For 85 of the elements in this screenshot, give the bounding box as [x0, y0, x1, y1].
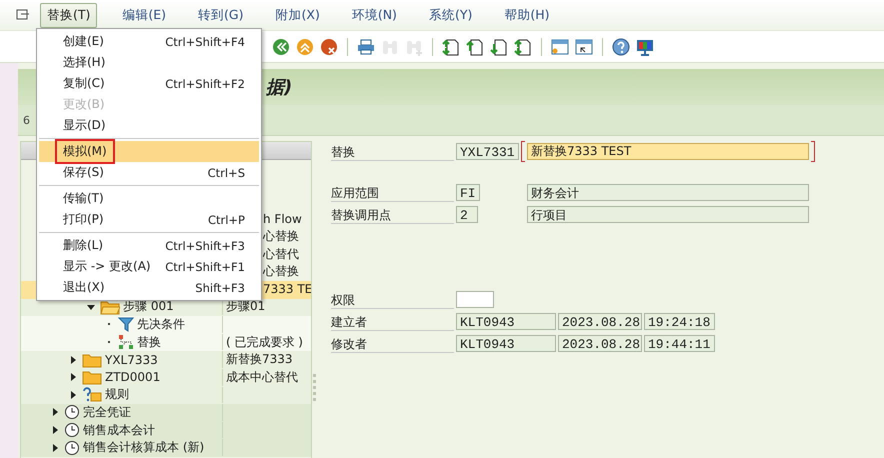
window-icon[interactable] [575, 38, 593, 56]
printer-icon[interactable] [357, 38, 375, 56]
collapsed-arrow-icon[interactable] [51, 444, 59, 452]
page-up-icon[interactable] [466, 38, 484, 56]
menu-option[interactable]: 显示 -> 更改(A) Ctrl+Shift+F1 [39, 256, 259, 277]
tree-node-label[interactable]: 规则 [105, 386, 129, 404]
code-field: YXL7331 [456, 143, 519, 160]
tree-row[interactable]: 替换 ( 已完成要求 ) [21, 334, 311, 352]
tree-node-label[interactable]: 销售会计核算成本 (新) [83, 439, 204, 456]
clock-icon [64, 422, 80, 438]
tree-node-label[interactable]: 先决条件 [137, 316, 185, 333]
code-field: FI [456, 184, 480, 201]
toolbar-text: 6 [23, 114, 30, 126]
time-field: 19:24:18 [644, 313, 715, 330]
tree-description: ( 已完成要求 ) [225, 334, 303, 350]
menu-item[interactable]: 附加(X) [268, 2, 327, 28]
date-field: 2023.08.28 [558, 335, 642, 352]
help-icon[interactable] [612, 38, 630, 56]
expanded-arrow-icon[interactable] [87, 302, 95, 311]
tree-row[interactable]: 完全凭证 [21, 404, 311, 422]
description-field: 财务会计 [527, 184, 809, 201]
tree-row[interactable]: 规则 [21, 386, 311, 404]
field-label: 建立者 [331, 312, 454, 330]
cancel-icon[interactable] [320, 38, 338, 56]
node-diagram-icon [118, 334, 134, 350]
menu-item[interactable]: 编辑(E) [115, 2, 174, 28]
menu-option[interactable]: 退出(X) Shift+F3 [39, 277, 259, 298]
tree-node-label[interactable]: ZTD0001 [105, 370, 160, 384]
collapsed-arrow-icon[interactable] [69, 373, 77, 382]
menu-option[interactable]: 删除(L) Ctrl+Shift+F3 [39, 235, 259, 256]
monitor-icon[interactable] [636, 38, 654, 56]
menu-item[interactable]: 转到(G) [191, 2, 250, 28]
description-input[interactable]: 新替换7333 TEST [521, 141, 815, 162]
menu-option[interactable]: 保存(S) Ctrl+S [39, 162, 259, 183]
folder-icon [100, 298, 120, 315]
user-field: KLT0943 [456, 313, 556, 330]
tree-row[interactable]: 销售成本会计 [21, 422, 311, 440]
tree-description: 步骤01 [225, 298, 266, 316]
collapsed-arrow-icon[interactable] [69, 356, 77, 364]
menu-icon[interactable] [16, 9, 30, 21]
menu-option[interactable]: 传输(T) [39, 188, 259, 209]
back-icon[interactable] [272, 38, 290, 56]
tree-node-label[interactable]: 完全凭证 [83, 404, 131, 421]
input-field[interactable] [456, 291, 494, 308]
time-field: 19:44:11 [644, 335, 715, 352]
tree-row[interactable]: YXL7333 新替换7333 [21, 351, 311, 369]
menu-item[interactable]: 帮助(H) [497, 2, 556, 28]
screen-title: 据) [266, 76, 292, 99]
tree-node-label[interactable]: 销售成本会计 [83, 422, 155, 439]
tree-node-label[interactable]: YXL7333 [105, 352, 158, 367]
tree-node-label[interactable]: 步骤 001 [123, 298, 174, 316]
clock-icon [64, 404, 80, 420]
tree-row[interactable]: ZTD0001 成本中心替代 [21, 368, 311, 387]
menu-option[interactable]: 选择(H) [39, 52, 259, 73]
tree-description: 新替换7333 [225, 351, 293, 368]
field-label: 应用范围 [331, 184, 454, 202]
clock-icon [64, 440, 80, 456]
collapsed-arrow-icon[interactable] [51, 408, 59, 416]
menu-option[interactable]: 打印(P) Ctrl+P [39, 209, 259, 230]
menu-item[interactable]: 环境(N) [344, 2, 404, 28]
field-label: 修改者 [331, 334, 454, 352]
page-arrows-icon[interactable] [514, 38, 532, 56]
user-field: KLT0943 [456, 335, 556, 352]
menu-item[interactable]: 替换(T) [40, 2, 98, 28]
menu-option[interactable]: 创建(E) Ctrl+Shift+F4 [39, 31, 259, 52]
funnel-icon [118, 316, 134, 332]
page-arrows-icon[interactable] [442, 38, 460, 56]
code-field: 2 [456, 206, 478, 223]
date-field: 2023.08.28 [558, 313, 642, 330]
tree-description: 成本中心替代 [225, 368, 298, 386]
menu-option[interactable]: 复制(C) Ctrl+Shift+F2 [39, 73, 259, 94]
collapsed-arrow-icon[interactable] [69, 390, 77, 399]
menu-item[interactable]: 系统(Y) [422, 2, 480, 28]
field-label: 权限 [331, 290, 454, 308]
tree-row[interactable]: 销售会计核算成本 (新) [21, 439, 311, 457]
description-field: 行项目 [527, 206, 809, 223]
tree-row[interactable]: 先决条件 [21, 316, 311, 334]
tree-node-label[interactable]: 替换 [137, 334, 161, 351]
menu-option[interactable]: 显示(D) [39, 115, 259, 136]
menu-option[interactable]: 模拟(M) [39, 141, 259, 162]
field-label: 替换调用点 [331, 206, 454, 224]
page-down-icon[interactable] [490, 38, 508, 56]
collapsed-arrow-icon[interactable] [51, 426, 59, 434]
field-label: 替换 [331, 142, 454, 160]
question-block-icon [82, 386, 102, 403]
